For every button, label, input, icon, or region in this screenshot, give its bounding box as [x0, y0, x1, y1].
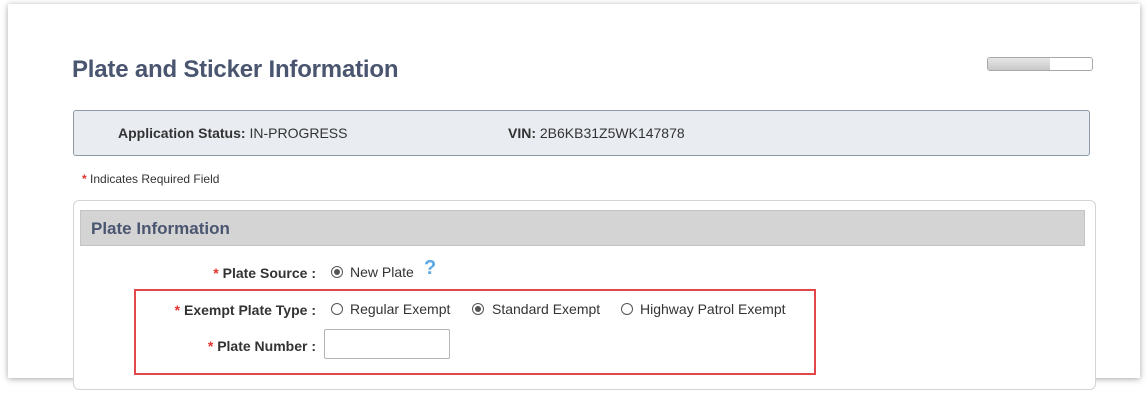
progress-bar [987, 57, 1093, 71]
application-status: Application Status: IN-PROGRESS [118, 125, 347, 141]
question-mark-icon[interactable]: ? [424, 258, 440, 278]
highlight-box [134, 289, 816, 375]
asterisk-icon: * [82, 172, 87, 186]
progress-fill [988, 58, 1051, 70]
asterisk-icon: * [213, 265, 219, 281]
vin-label: VIN: [508, 125, 536, 141]
required-field-text: Indicates Required Field [90, 172, 220, 186]
plate-information-header: Plate Information [80, 210, 1085, 246]
required-field-note: * Indicates Required Field [82, 172, 219, 186]
application-status-label: Application Status: [118, 125, 246, 141]
page-title: Plate and Sticker Information [72, 56, 399, 83]
panel-title: Plate Information [91, 219, 230, 238]
application-status-bar: Application Status: IN-PROGRESS VIN: 2B6… [73, 110, 1090, 156]
vin-value: 2B6KB31Z5WK147878 [539, 125, 685, 141]
new-plate-label: New Plate [350, 264, 414, 280]
vin: VIN: 2B6KB31Z5WK147878 [508, 125, 685, 141]
plate-source-label-text: Plate Source : [222, 265, 316, 281]
radio-new-plate[interactable] [331, 266, 343, 278]
plate-source-label: * Plate Source : [176, 265, 316, 281]
application-status-value: IN-PROGRESS [249, 125, 348, 141]
